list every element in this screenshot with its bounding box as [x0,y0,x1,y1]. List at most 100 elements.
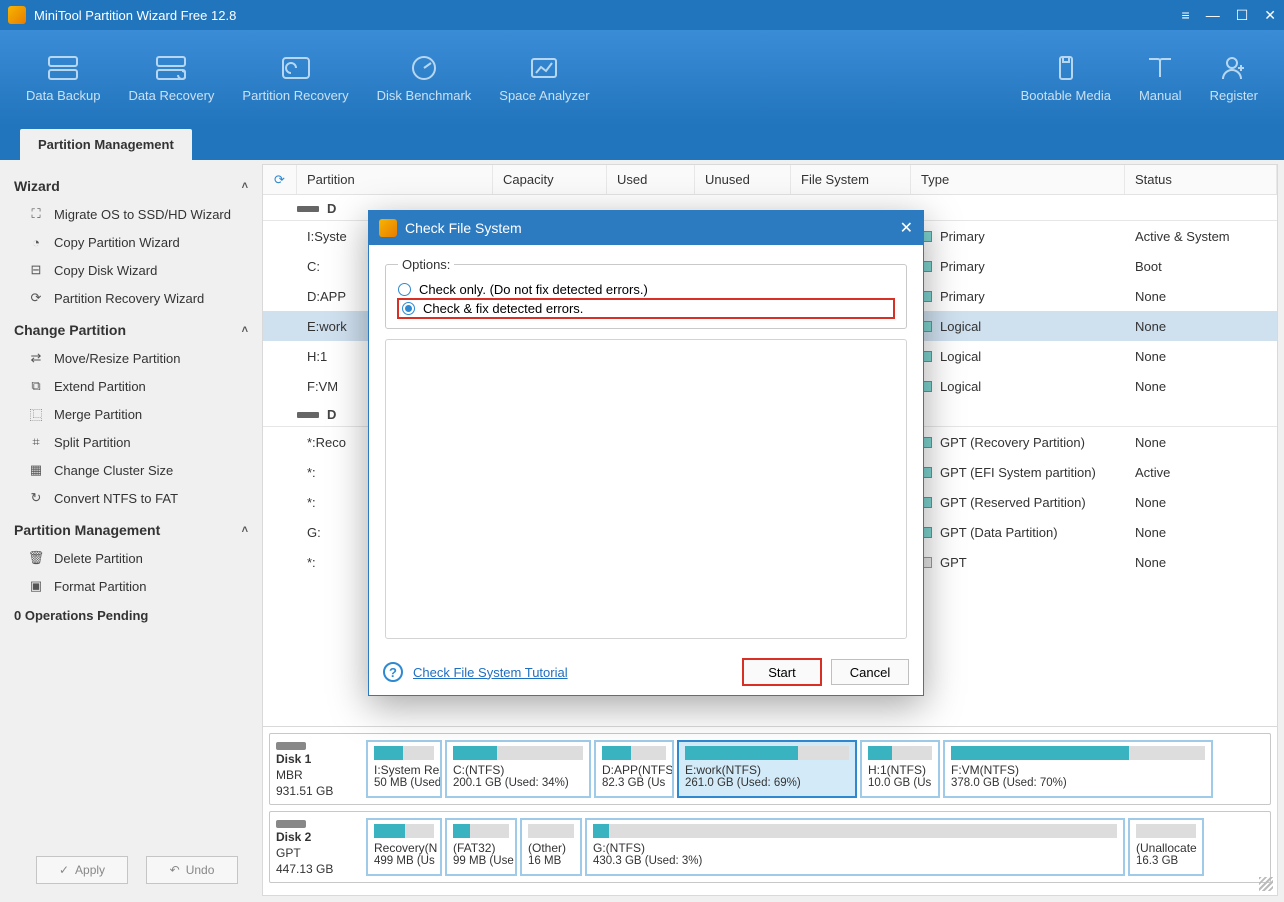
tool-label: Disk Benchmark [377,88,472,103]
partition-block[interactable]: D:APP(NTFS82.3 GB (Us [594,740,674,798]
options-group: Options: Check only. (Do not fix detecte… [385,257,907,329]
sidebar-item-copy-disk[interactable]: ⊟Copy Disk Wizard [10,256,252,284]
sidebar-item-copy-partition[interactable]: ◔Copy Partition Wizard [10,228,252,256]
tool-manual[interactable]: Manual [1125,46,1196,111]
trash-icon: 🗑 [28,550,44,566]
titlebar: MiniTool Partition Wizard Free 12.8 ≡ — … [0,0,1284,30]
tool-data-recovery[interactable]: Data Recovery [114,46,228,111]
help-icon[interactable]: ? [383,662,403,682]
undo-button[interactable]: ↶Undo [146,856,238,884]
col-used[interactable]: Used [607,165,695,194]
maximize-icon[interactable]: ☐ [1236,7,1249,24]
cancel-button[interactable]: Cancel [831,659,909,685]
tool-register[interactable]: Register [1196,46,1272,111]
sidebar: Wizard˄ ⛶Migrate OS to SSD/HD Wizard ◔Co… [0,160,262,902]
chevron-up-icon: ˄ [242,324,248,336]
partition-block[interactable]: (Other)16 MB [520,818,582,876]
dialog-title: Check File System [405,220,900,236]
tool-bootable-media[interactable]: Bootable Media [1007,46,1125,111]
options-legend: Options: [398,257,454,272]
sidebar-section-partition-management[interactable]: Partition Management˄ [10,512,252,544]
start-button[interactable]: Start [743,659,821,685]
window-controls: ≡ — ☐ ✕ [1182,7,1276,24]
sidebar-item-cluster-size[interactable]: ▦Change Cluster Size [10,456,252,484]
sidebar-item-delete[interactable]: 🗑Delete Partition [10,544,252,572]
dialog-close-icon[interactable]: ✕ [900,218,913,238]
toolbar: Data Backup Data Recovery Partition Reco… [0,30,1284,126]
tool-disk-benchmark[interactable]: Disk Benchmark [363,46,486,111]
check-icon: ✓ [59,863,69,877]
sidebar-item-convert-ntfs[interactable]: ↻Convert NTFS to FAT [10,484,252,512]
tool-label: Space Analyzer [499,88,589,103]
partition-block[interactable]: F:VM(NTFS)378.0 GB (Used: 70%) [943,740,1213,798]
migrate-icon: ⛶ [28,206,44,222]
split-icon: ⌗ [28,434,44,450]
merge-icon: ⿺ [28,406,44,422]
col-unused[interactable]: Unused [695,165,791,194]
radio-checked-icon [402,302,415,315]
partition-block[interactable]: E:work(NTFS)261.0 GB (Used: 69%) [677,740,857,798]
tool-label: Data Recovery [128,88,214,103]
col-file-system[interactable]: File System [791,165,911,194]
hdd-icon [297,206,319,212]
option-check-only[interactable]: Check only. (Do not fix detected errors.… [398,280,894,299]
sidebar-item-split[interactable]: ⌗Split Partition [10,428,252,456]
hdd-icon [297,412,319,418]
sidebar-item-extend[interactable]: ⧉Extend Partition [10,372,252,400]
tool-label: Bootable Media [1021,88,1111,103]
sidebar-section-wizard[interactable]: Wizard˄ [10,168,252,200]
resize-grip[interactable] [1259,877,1273,891]
sidebar-item-migrate-os[interactable]: ⛶Migrate OS to SSD/HD Wizard [10,200,252,228]
tab-strip: Partition Management [0,126,1284,160]
tool-label: Partition Recovery [242,88,348,103]
partition-block[interactable]: G:(NTFS)430.3 GB (Used: 3%) [585,818,1125,876]
pending-operations: 0 Operations Pending [10,600,252,631]
chevron-up-icon: ˄ [242,180,248,192]
disk-map: Disk 1MBR931.51 GBI:System Res50 MB (Use… [263,726,1277,895]
minimize-icon[interactable]: — [1206,7,1220,23]
tool-partition-recovery[interactable]: Partition Recovery [228,46,362,111]
convert-icon: ↻ [28,490,44,506]
close-icon[interactable]: ✕ [1264,7,1276,24]
partition-block[interactable]: (Unallocate16.3 GB [1128,818,1204,876]
refresh-icon[interactable]: ⟳ [263,165,297,194]
partition-block[interactable]: H:1(NTFS)10.0 GB (Us [860,740,940,798]
app-icon [8,6,26,24]
sidebar-item-merge[interactable]: ⿺Merge Partition [10,400,252,428]
extend-icon: ⧉ [28,378,44,394]
col-status[interactable]: Status [1125,165,1277,194]
col-capacity[interactable]: Capacity [493,165,607,194]
sidebar-section-change-partition[interactable]: Change Partition˄ [10,312,252,344]
check-file-system-dialog: Check File System ✕ Options: Check only.… [368,210,924,696]
table-header: ⟳ Partition Capacity Used Unused File Sy… [263,165,1277,195]
sidebar-item-move-resize[interactable]: ⇄Move/Resize Partition [10,344,252,372]
sidebar-item-format[interactable]: ▣Format Partition [10,572,252,600]
partition-recovery-icon: ⟳ [28,290,44,306]
disk-card: Disk 2GPT447.13 GBRecovery(N499 MB (Us(F… [269,811,1271,883]
menu-icon[interactable]: ≡ [1182,7,1190,23]
col-partition[interactable]: Partition [297,165,493,194]
tutorial-link[interactable]: Check File System Tutorial [413,665,568,680]
copy-disk-icon: ⊟ [28,262,44,278]
hdd-icon [276,742,306,750]
cluster-icon: ▦ [28,462,44,478]
tool-data-backup[interactable]: Data Backup [12,46,114,111]
partition-block[interactable]: (FAT32)99 MB (Use [445,818,517,876]
tab-partition-management[interactable]: Partition Management [20,129,192,160]
resize-icon: ⇄ [28,350,44,366]
sidebar-item-partition-recovery[interactable]: ⟳Partition Recovery Wizard [10,284,252,312]
copy-partition-icon: ◔ [28,234,44,250]
partition-block[interactable]: C:(NTFS)200.1 GB (Used: 34%) [445,740,591,798]
chevron-up-icon: ˄ [242,524,248,536]
apply-button[interactable]: ✓Apply [36,856,128,884]
hdd-icon [276,820,306,828]
tool-label: Data Backup [26,88,100,103]
undo-icon: ↶ [170,863,180,877]
tool-space-analyzer[interactable]: Space Analyzer [485,46,603,111]
dialog-titlebar: Check File System ✕ [369,211,923,245]
partition-block[interactable]: Recovery(N499 MB (Us [366,818,442,876]
partition-block[interactable]: I:System Res50 MB (Used [366,740,442,798]
col-type[interactable]: Type [911,165,1125,194]
format-icon: ▣ [28,578,44,594]
option-check-and-fix[interactable]: Check & fix detected errors. [398,299,894,318]
